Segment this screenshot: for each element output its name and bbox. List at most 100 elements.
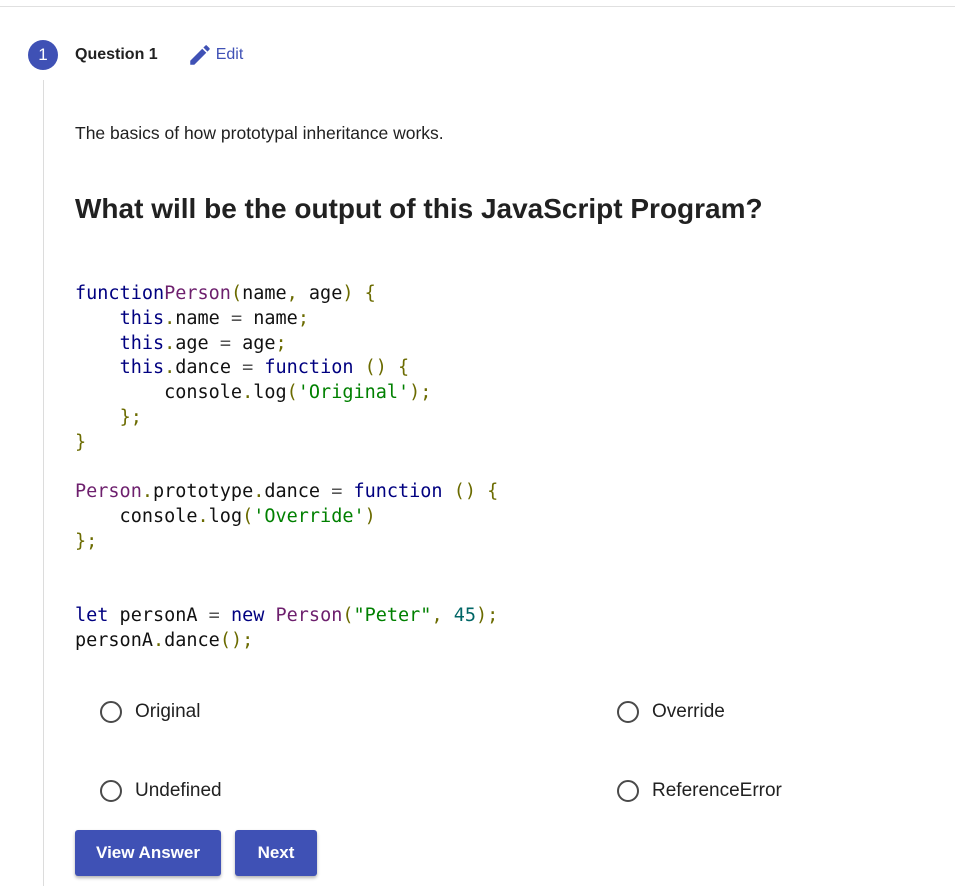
- code-token: ,: [286, 283, 298, 304]
- code-token: age: [230, 332, 276, 354]
- code-token: ): [342, 283, 354, 304]
- code-line: Person.prototype.dance = function () {: [75, 480, 498, 505]
- code-token: Person: [164, 283, 231, 304]
- radio-unchecked-icon[interactable]: [617, 701, 639, 723]
- code-token: .: [197, 505, 209, 527]
- code-line: this.name = name;: [75, 307, 498, 332]
- code-line: functionPerson(name, age) {: [75, 282, 498, 307]
- code-line: console.log('Original');: [75, 381, 498, 406]
- code-token: this: [119, 332, 165, 354]
- code-token: .: [164, 357, 176, 379]
- step-title: Question 1: [75, 45, 158, 63]
- code-line: this.age = age;: [75, 332, 498, 357]
- code-token: ();: [219, 629, 254, 651]
- view-answer-button[interactable]: View Answer: [75, 830, 221, 876]
- code-token: 'Original': [297, 382, 410, 403]
- radio-unchecked-icon[interactable]: [617, 780, 639, 802]
- code-token: (): [453, 481, 476, 502]
- code-line: personA.dance();: [75, 629, 498, 654]
- code-token: =: [242, 357, 254, 379]
- code-token: personA: [75, 629, 153, 651]
- code-token: 45: [453, 604, 477, 626]
- code-line: console.log('Override'): [75, 505, 498, 530]
- code-token: name: [242, 283, 287, 304]
- code-token: );: [409, 382, 432, 403]
- code-token: this: [119, 307, 165, 329]
- code-token: 'Override': [253, 505, 365, 527]
- code-token: new: [230, 604, 265, 626]
- code-token: (): [364, 357, 387, 379]
- next-button[interactable]: Next: [235, 830, 317, 876]
- code-token: prototype: [152, 481, 254, 502]
- code-line: let personA = new Person("Peter", 45);: [75, 604, 498, 629]
- edit-button[interactable]: Edit: [187, 42, 244, 68]
- code-token: (: [230, 283, 243, 304]
- code-token: dance: [175, 357, 243, 379]
- code-token: };: [119, 406, 142, 428]
- code-token: .: [242, 382, 254, 403]
- code-token: name: [242, 307, 298, 329]
- code-token: "Peter": [353, 604, 432, 626]
- code-token: let: [75, 604, 109, 626]
- code-token: {: [398, 357, 410, 379]
- code-token: ;: [275, 332, 287, 354]
- code-token: (: [242, 505, 254, 527]
- code-line: };: [75, 530, 498, 555]
- code-token: ,: [431, 604, 443, 626]
- code-token: =: [219, 332, 231, 354]
- code-block: functionPerson(name, age) { this.name = …: [75, 282, 498, 653]
- pencil-icon: [189, 44, 210, 65]
- code-token: function: [264, 357, 354, 379]
- option-override[interactable]: Override: [617, 701, 725, 723]
- code-token: this: [119, 357, 165, 379]
- option-undefined[interactable]: Undefined: [100, 780, 222, 802]
- code-token: (: [286, 382, 298, 403]
- question-description: The basics of how prototypal inheritance…: [75, 123, 444, 143]
- code-token: console: [75, 382, 243, 403]
- code-token: .: [253, 481, 265, 502]
- code-token: .: [152, 629, 165, 651]
- code-token: {: [364, 283, 376, 304]
- code-token: );: [476, 604, 499, 626]
- code-token: };: [75, 530, 98, 552]
- step-header: 1 Question 1 Edit: [28, 39, 243, 70]
- code-token: Person: [275, 604, 343, 626]
- code-token: log: [253, 382, 287, 403]
- option-reference-error[interactable]: ReferenceError: [617, 780, 782, 802]
- code-token: Person: [75, 481, 142, 502]
- code-line: this.dance = function () {: [75, 356, 498, 381]
- code-token: ): [364, 505, 376, 527]
- option-label: Undefined: [135, 780, 222, 801]
- code-token: =: [208, 604, 220, 626]
- option-label: Override: [652, 701, 725, 722]
- option-original[interactable]: Original: [100, 701, 200, 723]
- option-label: Original: [135, 701, 201, 722]
- code-token: dance: [164, 629, 220, 651]
- radio-unchecked-icon[interactable]: [100, 701, 122, 723]
- top-divider: [0, 6, 955, 7]
- code-token: .: [164, 307, 176, 329]
- code-line: }: [75, 431, 498, 456]
- edit-label: Edit: [215, 45, 244, 63]
- code-token: function: [75, 283, 165, 304]
- code-token: }: [75, 431, 87, 453]
- option-label: ReferenceError: [652, 780, 782, 801]
- code-token: name: [175, 307, 231, 329]
- stepper-rail: [43, 80, 44, 886]
- radio-unchecked-icon[interactable]: [100, 780, 122, 802]
